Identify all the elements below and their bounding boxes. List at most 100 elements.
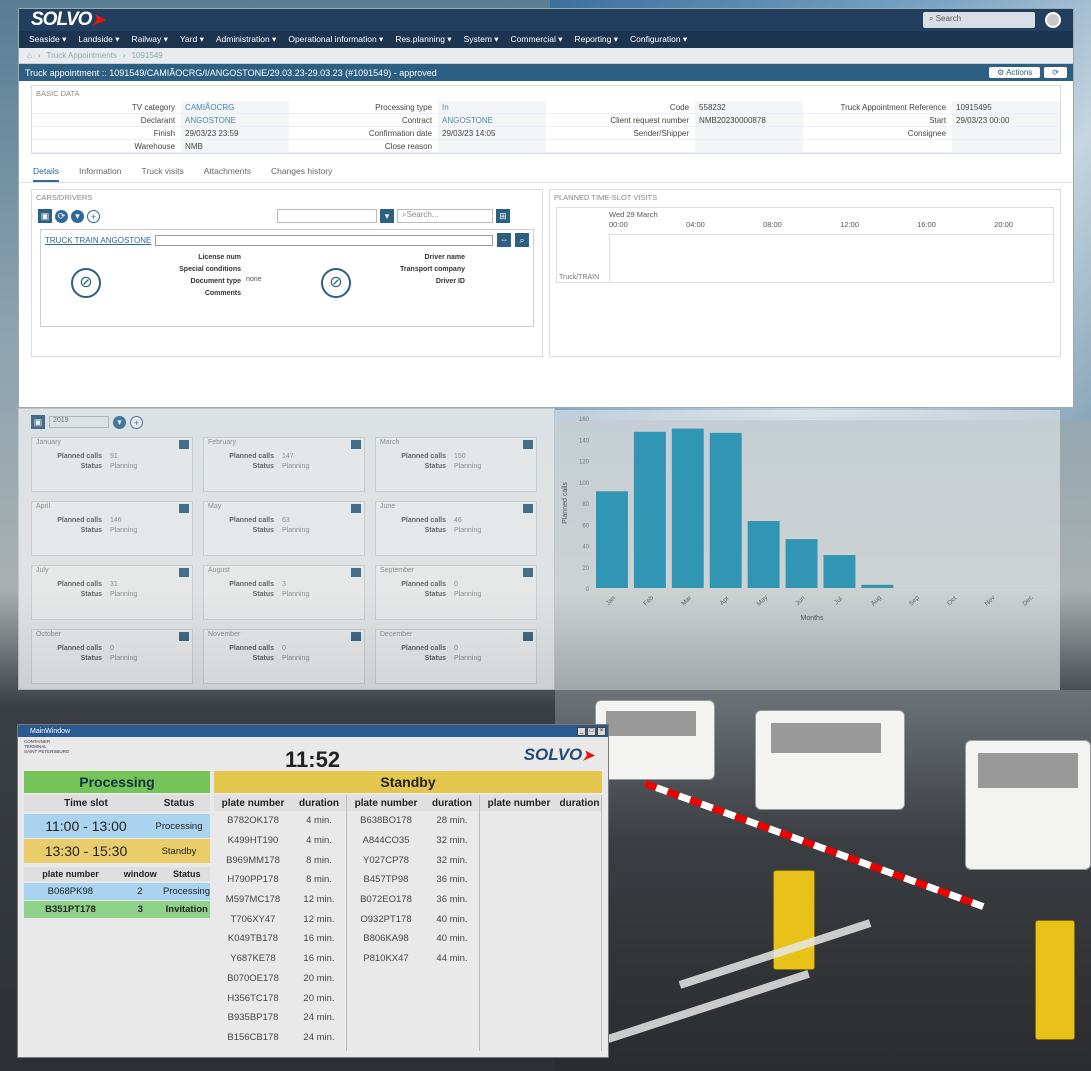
basic-field: Confirmation date 29/03/23 14:05	[289, 127, 546, 140]
menu-item[interactable]: Configuration ▾	[630, 34, 687, 45]
bar[interactable]	[596, 491, 628, 588]
minus-icon[interactable]: −	[497, 233, 511, 247]
month-card[interactable]: February Planned calls 147 Status Planning	[203, 437, 365, 492]
search-icon[interactable]	[179, 504, 189, 513]
filter-select[interactable]	[277, 209, 377, 223]
table-row: plate number window Status	[24, 867, 210, 881]
add-icon[interactable]: +	[87, 209, 100, 223]
tab[interactable]: Changes history	[271, 166, 332, 182]
search-icon[interactable]	[351, 568, 361, 577]
car-name-link[interactable]: TRUCK TRAIN ANGOSTONE	[45, 236, 151, 245]
search-icon[interactable]	[523, 568, 533, 577]
duration: 12 min.	[303, 894, 335, 906]
x-tick-label: Sep	[908, 594, 921, 607]
bar[interactable]	[861, 584, 894, 588]
refresh-icon[interactable]: ⟳	[1044, 67, 1067, 78]
refresh-icon[interactable]: ⟳	[55, 209, 68, 223]
grid-icon[interactable]: ⊞	[496, 209, 510, 223]
month-card[interactable]: December Planned calls 0 Status Planning	[375, 629, 537, 684]
duration: 16 min.	[303, 933, 335, 945]
month-card[interactable]: January Planned calls 91 Status Planning	[31, 437, 193, 492]
actions-button[interactable]: ⚙ Actions	[989, 67, 1041, 78]
minimize-button[interactable]: _	[577, 726, 586, 736]
x-tick-label: Jan	[605, 594, 618, 607]
status-label: Status	[424, 591, 446, 598]
status-value: Planning	[454, 463, 482, 470]
home-icon[interactable]: ⌂	[27, 51, 32, 60]
month-card[interactable]: August Planned calls 3 Status Planning	[203, 565, 365, 620]
basic-data-section: BASIC DATA TV category CAMIÃOCRG Processin…	[31, 85, 1061, 154]
bar[interactable]	[747, 521, 780, 588]
tab[interactable]: Attachments	[204, 166, 251, 182]
close-button[interactable]: ×	[597, 726, 606, 736]
month-card[interactable]: March Planned calls 150 Status Planning	[375, 437, 537, 492]
car-card: TRUCK TRAIN ANGOSTONE − ⌕ ⊘ ⊘ License num…	[40, 229, 534, 327]
calendar-icon[interactable]: ▣	[31, 415, 45, 429]
y-tick-label: 40	[582, 545, 589, 551]
search-icon[interactable]	[523, 440, 533, 449]
add-icon[interactable]: +	[130, 415, 143, 429]
menu-item[interactable]: Seaside ▾	[29, 34, 66, 45]
bar[interactable]	[633, 431, 666, 588]
month-card[interactable]: June Planned calls 46 Status Planning	[375, 501, 537, 556]
menu-item[interactable]: Commercial ▾	[511, 34, 563, 45]
bar[interactable]	[671, 428, 704, 588]
menu-item[interactable]: Res.planning ▾	[395, 34, 451, 45]
cars-search-input[interactable]: ⌕Search...	[397, 209, 493, 223]
duration: 12 min.	[303, 913, 335, 925]
solvo-logo: SOLVO➤	[31, 9, 105, 30]
filter-icon[interactable]: ▾	[71, 209, 84, 223]
month-name: May	[208, 503, 222, 510]
month-card[interactable]: September Planned calls 0 Status Planning	[375, 565, 537, 620]
truck-status: Processing	[163, 886, 210, 897]
field-value: ANGOSTONE	[438, 114, 546, 126]
bar[interactable]	[823, 555, 856, 588]
year-select[interactable]: 2019	[49, 416, 109, 428]
bar[interactable]	[709, 432, 742, 588]
chevron-down-icon[interactable]: ▾	[380, 209, 394, 223]
x-tick-label: Mar	[680, 594, 693, 607]
bar[interactable]	[785, 539, 818, 588]
standby-column: plate number B638BO178 A844CO35 Y027CP78 B45…	[347, 795, 425, 1051]
search-icon[interactable]	[179, 568, 189, 577]
tab[interactable]: Details	[33, 166, 59, 182]
maximize-button[interactable]: □	[587, 726, 596, 736]
menu-item[interactable]: Administration ▾	[216, 34, 276, 45]
breadcrumb-item[interactable]: Truck Appointments	[47, 51, 117, 60]
search-icon[interactable]: ⌕	[515, 233, 529, 247]
table-row: 13:30 - 15:30 Standby	[24, 839, 210, 863]
month-card[interactable]: May Planned calls 63 Status Planning	[203, 501, 365, 556]
menu-item[interactable]: Operational information ▾	[288, 34, 383, 45]
tab[interactable]: Information	[79, 166, 122, 182]
search-icon[interactable]	[523, 632, 533, 641]
status-value: Planning	[110, 591, 138, 598]
status-label: Status	[424, 527, 446, 534]
search-icon[interactable]	[179, 440, 189, 449]
filter-icon[interactable]: ▾	[113, 415, 126, 429]
column-header: plate number	[480, 795, 558, 811]
month-card[interactable]: April Planned calls 146 Status Planning	[31, 501, 193, 556]
search-icon[interactable]	[179, 632, 189, 641]
document-icon[interactable]: ▣	[38, 209, 52, 223]
plate-number: Y027CP78	[363, 854, 409, 866]
month-name: April	[36, 503, 51, 510]
month-card[interactable]: November Planned calls 0 Status Planning	[203, 629, 365, 684]
car-name-input[interactable]	[155, 234, 493, 246]
search-icon[interactable]	[351, 632, 361, 641]
menu-item[interactable]: Landside ▾	[78, 34, 119, 45]
month-card[interactable]: July Planned calls 31 Status Planning	[31, 565, 193, 620]
menu-item[interactable]: Reporting ▾	[575, 34, 618, 45]
menu-item[interactable]: Railway ▾	[132, 34, 168, 45]
menu-item[interactable]: Yard ▾	[180, 34, 204, 45]
user-avatar-icon[interactable]	[1045, 12, 1061, 28]
tab[interactable]: Truck visits	[142, 166, 184, 182]
search-icon[interactable]	[523, 504, 533, 513]
field-value	[695, 127, 803, 139]
menu-item[interactable]: System ▾	[464, 34, 499, 45]
search-icon[interactable]	[351, 504, 361, 513]
search-input[interactable]: ⌕ Search	[923, 12, 1035, 28]
y-tick-label: 120	[579, 460, 590, 466]
search-icon[interactable]	[351, 440, 361, 449]
month-card[interactable]: October Planned calls 0 Status Planning	[31, 629, 193, 684]
field-label: Close reason	[384, 141, 433, 151]
